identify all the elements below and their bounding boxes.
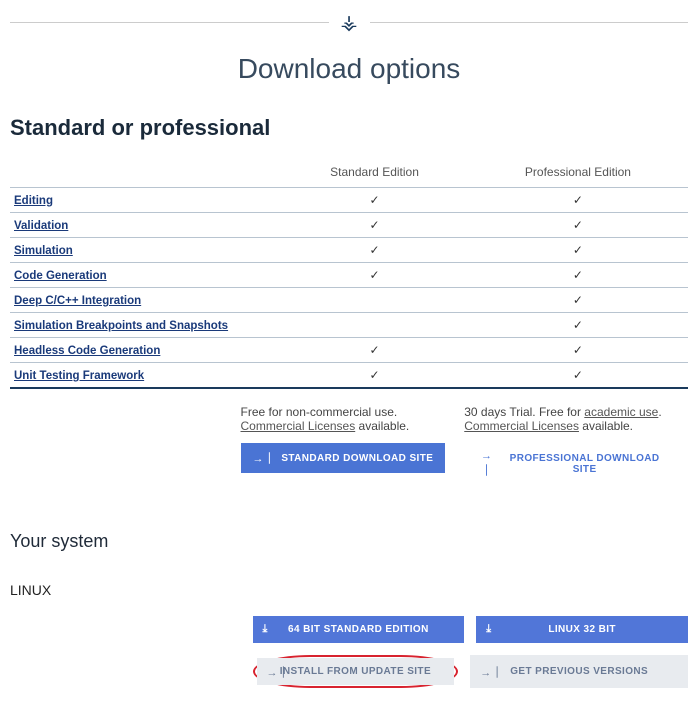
page-title: Download options bbox=[10, 53, 688, 85]
section-your-system: Your system bbox=[10, 531, 688, 552]
table-row: Editing ✓ ✓ bbox=[10, 188, 688, 213]
check-icon: ✓ bbox=[369, 243, 379, 257]
get-previous-versions-button[interactable]: →｜ GET PREVIOUS VERSIONS bbox=[470, 655, 688, 688]
standard-download-button[interactable]: →｜ STANDARD DOWNLOAD SITE bbox=[241, 443, 446, 473]
table-row: Validation ✓ ✓ bbox=[10, 213, 688, 238]
os-label: LINUX bbox=[10, 582, 688, 598]
check-icon: ✓ bbox=[573, 343, 583, 357]
download-64bit-standard-button[interactable]: ⤓ 64 BIT STANDARD EDITION bbox=[253, 616, 465, 643]
table-row: Headless Code Generation ✓ ✓ bbox=[10, 338, 688, 363]
feature-link[interactable]: Unit Testing Framework bbox=[14, 370, 144, 382]
download-linux-32bit-button[interactable]: ⤓ LINUX 32 BIT bbox=[476, 616, 688, 643]
academic-use-link[interactable]: academic use bbox=[584, 405, 658, 419]
table-row: Deep C/C++ Integration ✓ bbox=[10, 288, 688, 313]
feature-comparison-table: Standard Edition Professional Edition Ed… bbox=[10, 159, 688, 389]
feature-link[interactable]: Editing bbox=[14, 195, 53, 207]
column-professional: Professional Edition bbox=[468, 159, 688, 188]
check-icon: ✓ bbox=[369, 343, 379, 357]
commercial-licenses-link-pro[interactable]: Commercial Licenses bbox=[464, 419, 579, 433]
install-from-update-site-button[interactable]: →｜ INSTALL FROM UPDATE SITE bbox=[257, 658, 455, 685]
feature-link[interactable]: Simulation bbox=[14, 245, 73, 257]
check-icon: ✓ bbox=[369, 193, 379, 207]
check-icon: ✓ bbox=[573, 318, 583, 332]
table-row: Unit Testing Framework ✓ ✓ bbox=[10, 363, 688, 389]
table-row: Simulation Breakpoints and Snapshots ✓ bbox=[10, 313, 688, 338]
arrow-right-icon: →｜ bbox=[476, 450, 497, 478]
feature-link[interactable]: Code Generation bbox=[14, 270, 107, 282]
feature-link[interactable]: Validation bbox=[14, 220, 68, 232]
check-icon: ✓ bbox=[573, 193, 583, 207]
commercial-licenses-link[interactable]: Commercial Licenses bbox=[241, 419, 356, 433]
check-icon: ✓ bbox=[369, 368, 379, 382]
arrow-right-icon: →｜ bbox=[253, 450, 276, 466]
feature-link[interactable]: Deep C/C++ Integration bbox=[14, 295, 141, 307]
download-icon: ⤓ bbox=[486, 623, 491, 636]
check-icon: ✓ bbox=[369, 268, 379, 282]
check-icon: ✓ bbox=[573, 293, 583, 307]
table-row: Code Generation ✓ ✓ bbox=[10, 263, 688, 288]
check-icon: ✓ bbox=[573, 243, 583, 257]
highlighted-annotation: →｜ INSTALL FROM UPDATE SITE bbox=[253, 655, 459, 688]
professional-download-button[interactable]: →｜ PROFESSIONAL DOWNLOAD SITE bbox=[464, 443, 678, 485]
check-icon: ✓ bbox=[573, 218, 583, 232]
feature-link[interactable]: Simulation Breakpoints and Snapshots bbox=[14, 320, 228, 332]
ornament-icon: ⚶ bbox=[341, 10, 358, 35]
column-standard: Standard Edition bbox=[281, 159, 468, 188]
feature-link[interactable]: Headless Code Generation bbox=[14, 345, 160, 357]
ornament-divider: ⚶ bbox=[10, 0, 688, 35]
check-icon: ✓ bbox=[573, 368, 583, 382]
table-row: Simulation ✓ ✓ bbox=[10, 238, 688, 263]
professional-description: 30 days Trial. Free for academic use. Co… bbox=[464, 399, 688, 491]
arrow-right-icon: →｜ bbox=[480, 664, 503, 680]
section-standard-professional: Standard or professional bbox=[10, 115, 688, 141]
check-icon: ✓ bbox=[369, 218, 379, 232]
standard-description: Free for non-commercial use. Commercial … bbox=[241, 399, 465, 491]
check-icon: ✓ bbox=[573, 268, 583, 282]
arrow-right-icon: →｜ bbox=[267, 664, 290, 680]
download-icon: ⤓ bbox=[263, 623, 268, 636]
